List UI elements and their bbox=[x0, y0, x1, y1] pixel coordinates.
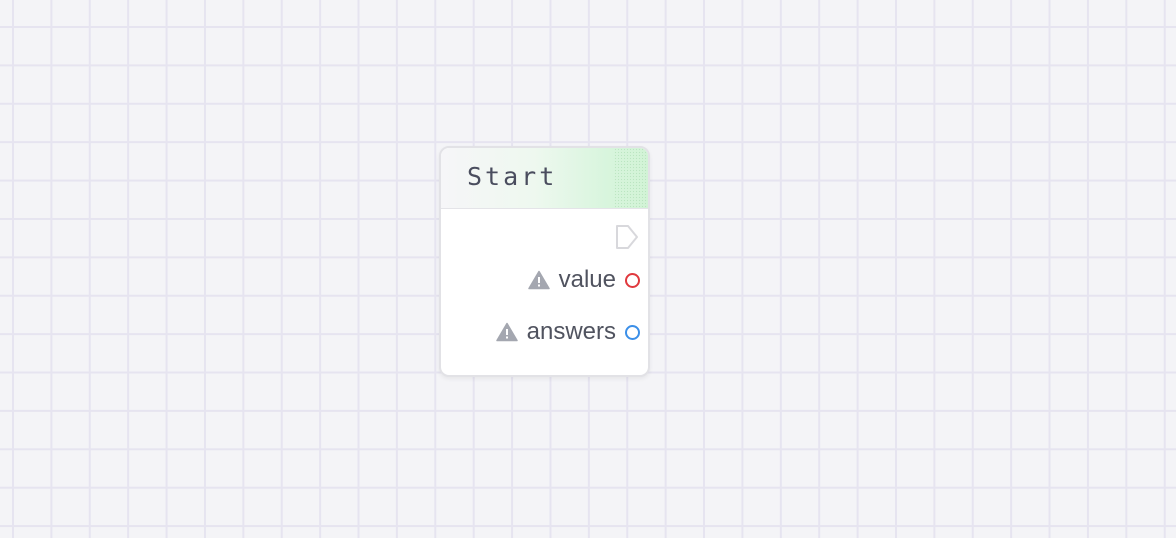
output-label-answers: answers bbox=[526, 318, 616, 345]
node-title: Start bbox=[467, 162, 558, 191]
warning-triangle-icon bbox=[495, 322, 518, 342]
output-label-value: value bbox=[558, 266, 616, 293]
output-row-answers: answers bbox=[495, 317, 640, 347]
warning-triangle-icon bbox=[527, 270, 550, 290]
output-port-answers[interactable] bbox=[625, 324, 640, 340]
exec-output-icon[interactable] bbox=[615, 224, 639, 250]
output-port-value[interactable] bbox=[625, 272, 640, 288]
output-row-value: value bbox=[527, 265, 640, 295]
node-editor-canvas[interactable]: Start value answers bbox=[0, 0, 1176, 538]
start-node[interactable]: Start value answers bbox=[439, 146, 650, 377]
node-header[interactable]: Start bbox=[441, 148, 648, 209]
